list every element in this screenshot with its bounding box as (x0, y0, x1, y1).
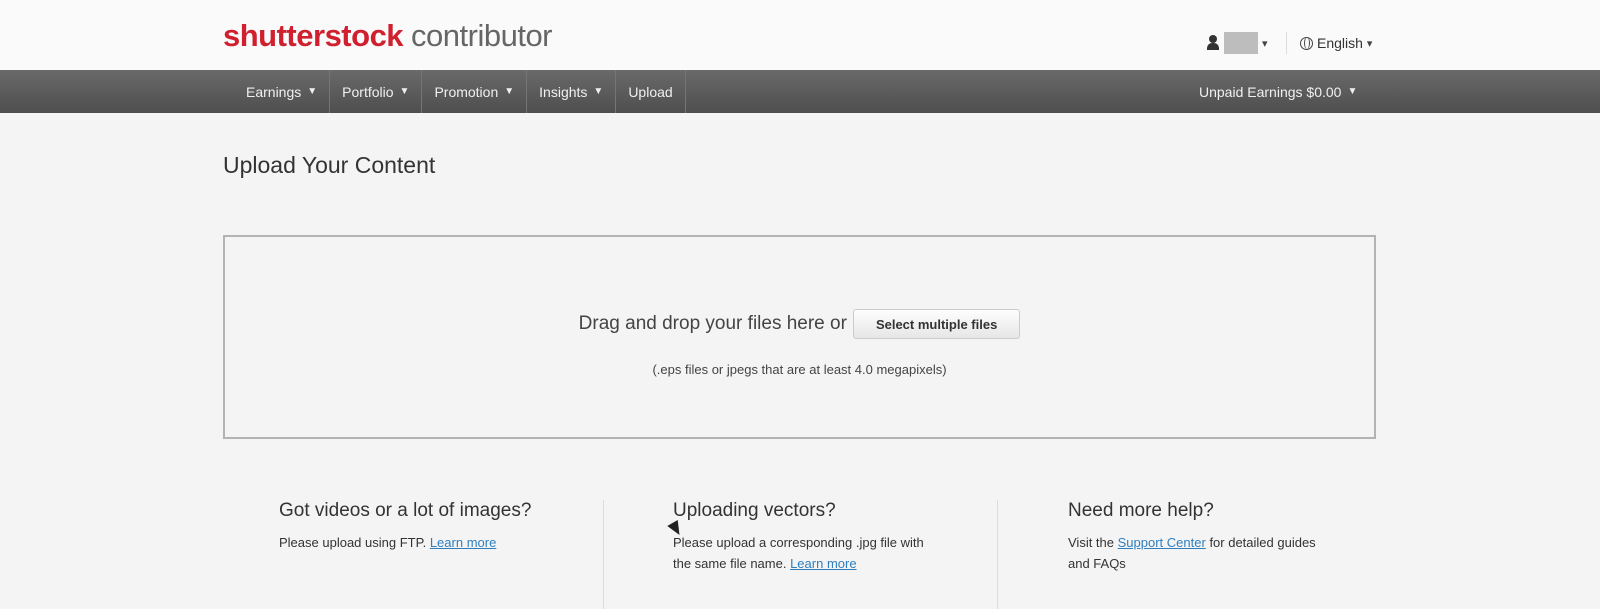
upload-dropzone[interactable]: Drag and drop your files here or Select … (223, 235, 1376, 439)
logo-brand: shutterstock (223, 18, 404, 53)
nav-label: Portfolio (342, 83, 394, 100)
language-label: English (1317, 35, 1363, 51)
support-help-section: Need more help? Visit the Support Center… (1068, 500, 1328, 574)
logo-product: contributor (411, 18, 553, 53)
user-icon (1206, 35, 1220, 51)
ftp-help-text: Please upload using FTP. Learn more (279, 532, 559, 553)
chevron-down-icon: ▼ (399, 86, 410, 97)
chevron-down-icon: ▼ (504, 86, 515, 97)
page-title: Upload Your Content (223, 152, 436, 178)
nav-label: Earnings (246, 83, 302, 100)
nav-upload[interactable]: Upload (616, 70, 686, 113)
chevron-down-icon: ▾ (1366, 37, 1373, 50)
column-divider (997, 500, 998, 609)
support-help-title: Need more help? (1068, 500, 1214, 521)
nav-label: Upload (628, 83, 673, 100)
chevron-down-icon: ▼ (307, 86, 318, 97)
nav-portfolio[interactable]: Portfolio ▼ (330, 70, 423, 113)
vectors-help-title: Uploading vectors? (673, 500, 836, 521)
nav-insights[interactable]: Insights ▼ (527, 70, 617, 113)
main-nav: Earnings ▼ Portfolio ▼ Promotion ▼ Insights… (0, 70, 1600, 113)
nav-label: Promotion (434, 83, 499, 100)
dropzone-text: Drag and drop your files here or (578, 313, 847, 334)
header-divider (1286, 32, 1287, 54)
support-center-link[interactable]: Support Center (1118, 535, 1206, 550)
language-selector[interactable]: English ▾ (1300, 33, 1372, 53)
unpaid-earnings-menu[interactable]: Unpaid Earnings $0.00 ▼ (1199, 70, 1357, 113)
nav-label: Insights (539, 83, 588, 100)
select-files-button[interactable]: Select multiple files (852, 309, 1021, 339)
ftp-help-section: Got videos or a lot of images? Please up… (279, 500, 559, 553)
ftp-help-body: Please upload using FTP. (279, 535, 427, 550)
earnings-label: Unpaid Earnings (1199, 83, 1303, 100)
chevron-down-icon: ▼ (593, 86, 604, 97)
support-help-body: Visit the (1068, 535, 1115, 550)
username-redacted (1224, 32, 1258, 54)
globe-icon (1300, 36, 1313, 50)
top-header: shutterstock contributor ▾ English ▾ (0, 0, 1600, 70)
shutterstock-logo[interactable]: shutterstock contributor (223, 18, 553, 54)
nav-promotion[interactable]: Promotion ▼ (422, 70, 528, 113)
column-divider (603, 500, 604, 609)
vectors-learn-more-link[interactable]: Learn more (790, 556, 856, 571)
dropzone-file-requirements: (.eps files or jpegs that are at least 4… (652, 362, 947, 377)
support-help-text: Visit the Support Center for detailed gu… (1068, 532, 1328, 574)
vectors-help-section: Uploading vectors? Please upload a corre… (673, 500, 943, 574)
nav-earnings[interactable]: Earnings ▼ (234, 70, 331, 113)
ftp-learn-more-link[interactable]: Learn more (430, 535, 496, 550)
earnings-value: $0.00 (1306, 83, 1342, 100)
user-menu[interactable]: ▾ (1206, 32, 1268, 54)
vectors-help-text: Please upload a corresponding .jpg file … (673, 532, 943, 574)
chevron-down-icon: ▼ (1347, 86, 1358, 97)
ftp-help-title: Got videos or a lot of images? (279, 500, 532, 521)
chevron-down-icon: ▾ (1262, 37, 1268, 50)
